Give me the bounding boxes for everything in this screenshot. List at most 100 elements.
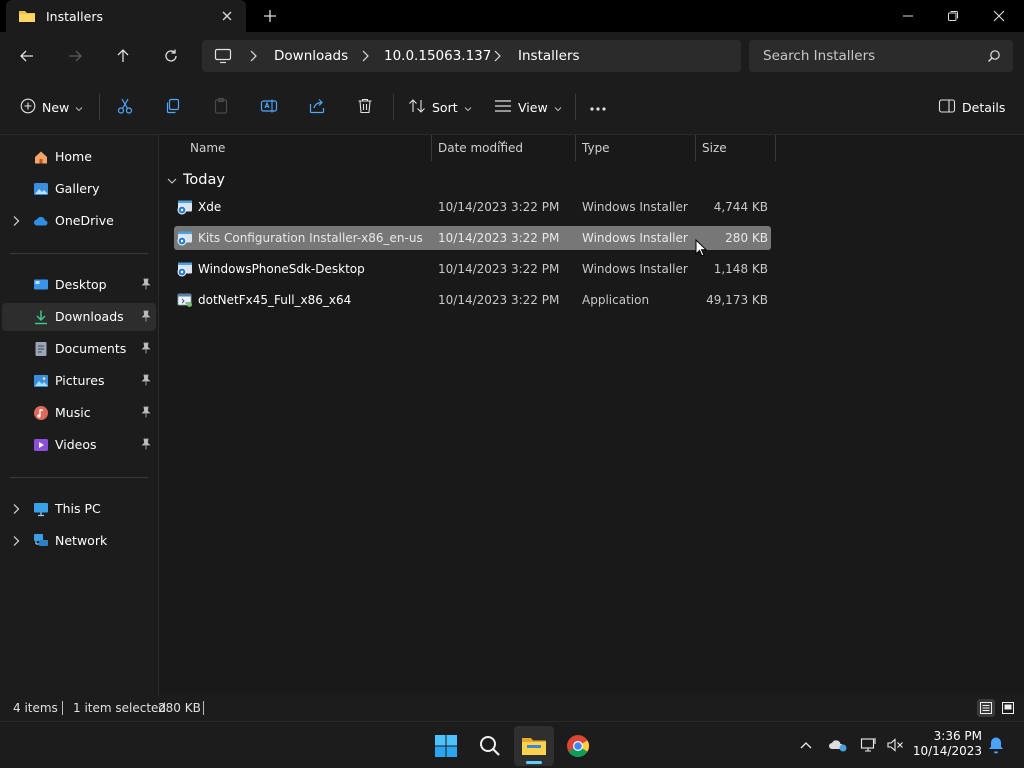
gallery-icon [33, 181, 49, 197]
sidebar-item-label: Music [55, 405, 91, 420]
rename-button[interactable] [260, 94, 278, 120]
search-taskbar-button[interactable] [470, 726, 510, 766]
breadcrumb-version[interactable]: 10.0.15063.137 [384, 48, 491, 64]
pin-icon[interactable] [141, 278, 151, 293]
computer-icon [214, 48, 232, 67]
back-icon[interactable] [15, 44, 39, 68]
sidebar-divider [10, 477, 148, 478]
trash-icon [356, 97, 374, 118]
sidebar-item-label: Desktop [55, 277, 107, 292]
chevron-up-icon[interactable] [795, 734, 817, 756]
column-size-label: Size [702, 141, 727, 155]
pin-icon[interactable] [141, 438, 151, 453]
share-button[interactable] [308, 94, 326, 120]
table-row[interactable]: dotNetFx45_Full_x86_x64 10/14/2023 3:22 … [174, 288, 771, 312]
sort-button[interactable]: Sort [408, 94, 472, 120]
title-bar: Installers [0, 0, 1024, 32]
rename-icon [260, 97, 278, 118]
system-clock[interactable]: 3:36 PM 10/14/2023 [912, 729, 982, 759]
table-row-selected[interactable]: Kits Configuration Installer-x86_en-us 1… [174, 226, 771, 250]
chevron-down-icon [75, 100, 83, 115]
pin-icon[interactable] [141, 310, 151, 325]
sidebar-item-documents[interactable]: Documents [2, 335, 156, 363]
forward-icon[interactable] [63, 44, 87, 68]
tab-installers[interactable]: Installers [6, 0, 246, 32]
cut-button[interactable] [116, 94, 134, 120]
new-button[interactable]: New [20, 94, 83, 120]
breadcrumb-installers[interactable]: Installers [518, 48, 580, 64]
new-tab-icon[interactable] [260, 6, 280, 26]
details-view-button[interactable] [977, 699, 995, 717]
file-date: 10/14/2023 3:22 PM [438, 200, 560, 214]
close-tab-icon[interactable] [218, 7, 236, 25]
delete-button[interactable] [356, 94, 374, 120]
copy-button[interactable] [164, 94, 182, 120]
chrome-taskbar-button[interactable] [558, 726, 598, 766]
video-icon [33, 437, 49, 453]
pin-icon[interactable] [141, 374, 151, 389]
tab-title: Installers [46, 9, 103, 24]
table-row[interactable]: WindowsPhoneSdk-Desktop 10/14/2023 3:22 … [174, 257, 771, 281]
close-window-icon[interactable] [976, 0, 1022, 32]
details-button[interactable]: Details [938, 94, 1005, 120]
sidebar-item-home[interactable]: Home [2, 143, 156, 171]
minimize-icon[interactable] [885, 0, 931, 32]
command-bar: New Sort View Details [0, 80, 1024, 135]
chevron-down-icon [464, 100, 472, 115]
column-header-type[interactable]: Type [576, 135, 696, 161]
sidebar-item-downloads[interactable]: Downloads [2, 303, 156, 331]
pin-icon[interactable] [141, 342, 151, 357]
breadcrumb-downloads[interactable]: Downloads [274, 48, 348, 64]
volume-muted-icon[interactable] [884, 734, 906, 756]
application-icon [177, 292, 193, 308]
start-button[interactable] [426, 726, 466, 766]
clock-date: 10/14/2023 [912, 744, 982, 758]
sidebar-item-gallery[interactable]: Gallery [2, 175, 156, 203]
sidebar-item-pictures[interactable]: Pictures [2, 367, 156, 395]
tiles-view-button[interactable] [999, 699, 1017, 717]
toolbar-divider [99, 94, 100, 120]
chevron-right-icon[interactable] [12, 535, 20, 550]
sidebar-item-music[interactable]: Music [2, 399, 156, 427]
sort-icon [408, 98, 426, 117]
music-icon [33, 405, 49, 421]
plus-circle-icon [20, 98, 36, 117]
refresh-icon[interactable] [159, 44, 183, 68]
column-divider[interactable] [775, 135, 776, 161]
column-header-name[interactable]: Name [184, 135, 432, 161]
notification-bell-icon[interactable] [985, 734, 1007, 756]
chevron-right-icon[interactable] [12, 503, 20, 518]
onedrive-tray-icon[interactable] [827, 734, 849, 756]
pin-icon[interactable] [141, 406, 151, 421]
chevron-down-icon [554, 100, 562, 115]
group-header-today[interactable]: Today [167, 169, 225, 191]
sidebar-item-onedrive[interactable]: OneDrive [2, 207, 156, 235]
computer-icon [33, 501, 49, 517]
sidebar-item-desktop[interactable]: Desktop [2, 271, 156, 299]
more-options-button[interactable] [589, 94, 607, 120]
sidebar-item-network[interactable]: Network [2, 527, 156, 555]
file-explorer-taskbar-button[interactable] [514, 726, 554, 766]
paste-button[interactable] [212, 94, 230, 120]
search-placeholder: Search Installers [763, 48, 876, 64]
file-name: WindowsPhoneSdk-Desktop [198, 262, 365, 276]
table-row[interactable]: Xde 10/14/2023 3:22 PM Windows Installer… [174, 195, 771, 219]
column-header-size[interactable]: Size [696, 135, 776, 161]
column-header-date[interactable]: Date modified [432, 135, 576, 161]
status-bar: 4 items 1 item selected 280 KB [0, 695, 1024, 721]
sidebar-item-this-pc[interactable]: This PC [2, 495, 156, 523]
sidebar-item-label: Videos [55, 437, 97, 452]
download-icon [33, 309, 49, 325]
address-bar[interactable]: Downloads 10.0.15063.137 Installers [202, 40, 741, 72]
network-tray-icon[interactable] [858, 734, 880, 756]
search-input[interactable]: Search Installers [749, 40, 1013, 72]
sidebar-item-label: Gallery [55, 181, 100, 196]
restore-icon[interactable] [930, 0, 976, 32]
up-icon[interactable] [111, 44, 135, 68]
view-button[interactable]: View [494, 94, 562, 120]
file-type: Application [582, 293, 650, 307]
sidebar-item-label: Downloads [55, 309, 124, 324]
sidebar-item-videos[interactable]: Videos [2, 431, 156, 459]
file-date: 10/14/2023 3:22 PM [438, 293, 560, 307]
chevron-right-icon[interactable] [12, 215, 20, 230]
